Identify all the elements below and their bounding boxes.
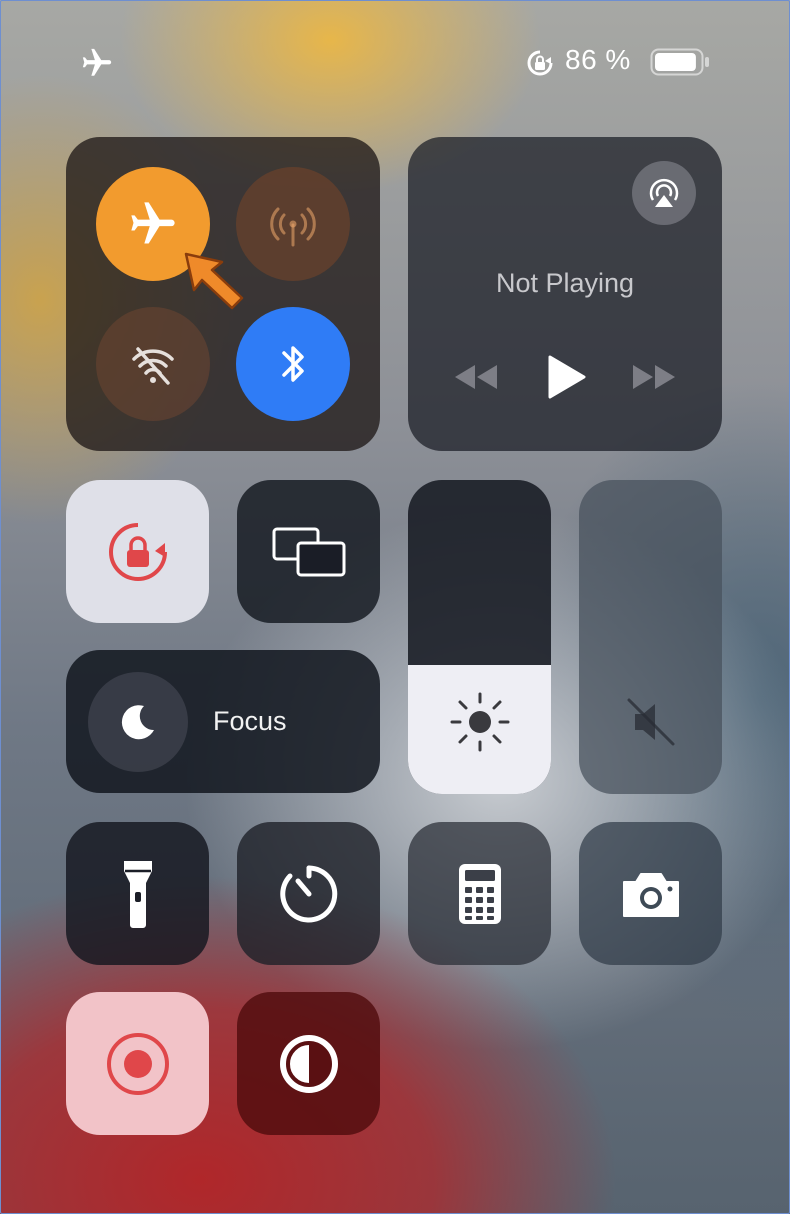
play-button[interactable]: [538, 351, 594, 403]
rewind-button[interactable]: [448, 357, 504, 397]
fast-forward-button[interactable]: [626, 357, 682, 397]
focus-label: Focus: [213, 706, 287, 736]
airplay-button[interactable]: [632, 161, 696, 225]
timer-icon: [237, 822, 380, 965]
battery-icon: [650, 48, 710, 76]
volume-slider[interactable]: [579, 480, 722, 794]
camera-button[interactable]: [579, 822, 722, 965]
rotation-lock-button[interactable]: [66, 480, 209, 623]
focus-button[interactable]: Focus: [66, 650, 380, 793]
camera-icon: [579, 822, 722, 965]
moon-icon: [121, 705, 154, 740]
speaker-muted-icon: [579, 692, 722, 752]
dark-mode-icon: [237, 992, 380, 1135]
rotation-lock-icon: [525, 48, 555, 78]
calculator-button[interactable]: [408, 822, 551, 965]
screen-mirroring-button[interactable]: [237, 480, 380, 623]
wifi-off-icon: [132, 347, 174, 385]
flashlight-button[interactable]: [66, 822, 209, 965]
bluetooth-icon: [282, 346, 304, 382]
play-icon: [548, 355, 586, 399]
airplane-icon: [80, 46, 114, 80]
fast-forward-icon: [633, 365, 675, 389]
battery-percentage: 86 %: [565, 44, 631, 75]
brightness-slider[interactable]: [408, 480, 551, 794]
antenna-icon: [270, 207, 316, 247]
rewind-icon: [455, 365, 497, 389]
sun-icon: [408, 690, 551, 754]
flashlight-icon: [66, 822, 209, 965]
dark-mode-button[interactable]: [237, 992, 380, 1135]
now-playing-module: Not Playing: [408, 137, 722, 451]
screen-mirroring-icon: [237, 480, 380, 623]
airplay-icon: [649, 178, 679, 207]
wifi-button[interactable]: [96, 307, 210, 421]
cellular-data-button[interactable]: [236, 167, 350, 281]
pointer-arrow-annotation: [180, 248, 250, 318]
rotation-lock-icon: [66, 480, 209, 623]
timer-button[interactable]: [237, 822, 380, 965]
now-playing-title: Not Playing: [495, 268, 635, 298]
focus-icon-circle: [88, 672, 188, 772]
bluetooth-button[interactable]: [236, 307, 350, 421]
screen-record-button[interactable]: [66, 992, 209, 1135]
calculator-icon: [408, 822, 551, 965]
record-icon: [66, 992, 209, 1135]
airplane-icon: [131, 202, 175, 244]
